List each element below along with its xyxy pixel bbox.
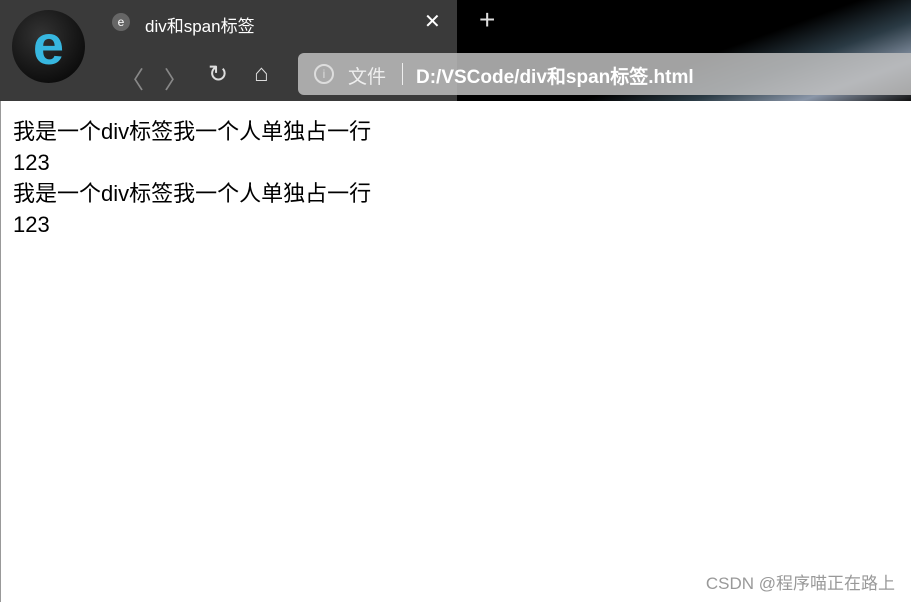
info-icon[interactable]: i (314, 64, 334, 84)
address-bar[interactable]: i 文件 D:/VSCode/div和span标签.html (298, 53, 911, 95)
div-line: 我是一个div标签我一个人单独占一行 (13, 119, 372, 144)
new-tab-icon[interactable]: + (479, 4, 495, 36)
span-text: 123 (13, 212, 50, 237)
tab-favicon-icon: e (112, 13, 130, 31)
url-text[interactable]: D:/VSCode/div和span标签.html (416, 62, 694, 89)
divider (402, 63, 403, 85)
window-border (0, 101, 1, 602)
tab-title: div和span标签 (145, 17, 255, 36)
forward-icon[interactable]: 〉 (164, 60, 188, 95)
scheme-label: 文件 (348, 67, 387, 88)
back-icon[interactable]: 〈 (120, 60, 144, 95)
reload-icon[interactable]: ↻ (208, 60, 228, 89)
browser-logo-icon[interactable]: e (12, 10, 85, 83)
tab-active[interactable]: e div和span标签 ✕ (96, 0, 457, 46)
watermark: CSDN @程序喵正在路上 (705, 574, 895, 593)
page-content: 我是一个div标签我一个人单独占一行 123 我是一个div标签我一个人单独占一… (13, 116, 371, 240)
home-icon[interactable]: ⌂ (254, 60, 269, 88)
span-text: 123 (13, 150, 50, 175)
div-line: 我是一个div标签我一个人单独占一行 (13, 181, 372, 206)
browser-chrome: e e div和span标签 ✕ + 〈 〉 ↻ ⌂ i 文件 D:/VSCod… (0, 0, 911, 101)
close-tab-icon[interactable]: ✕ (424, 9, 441, 34)
